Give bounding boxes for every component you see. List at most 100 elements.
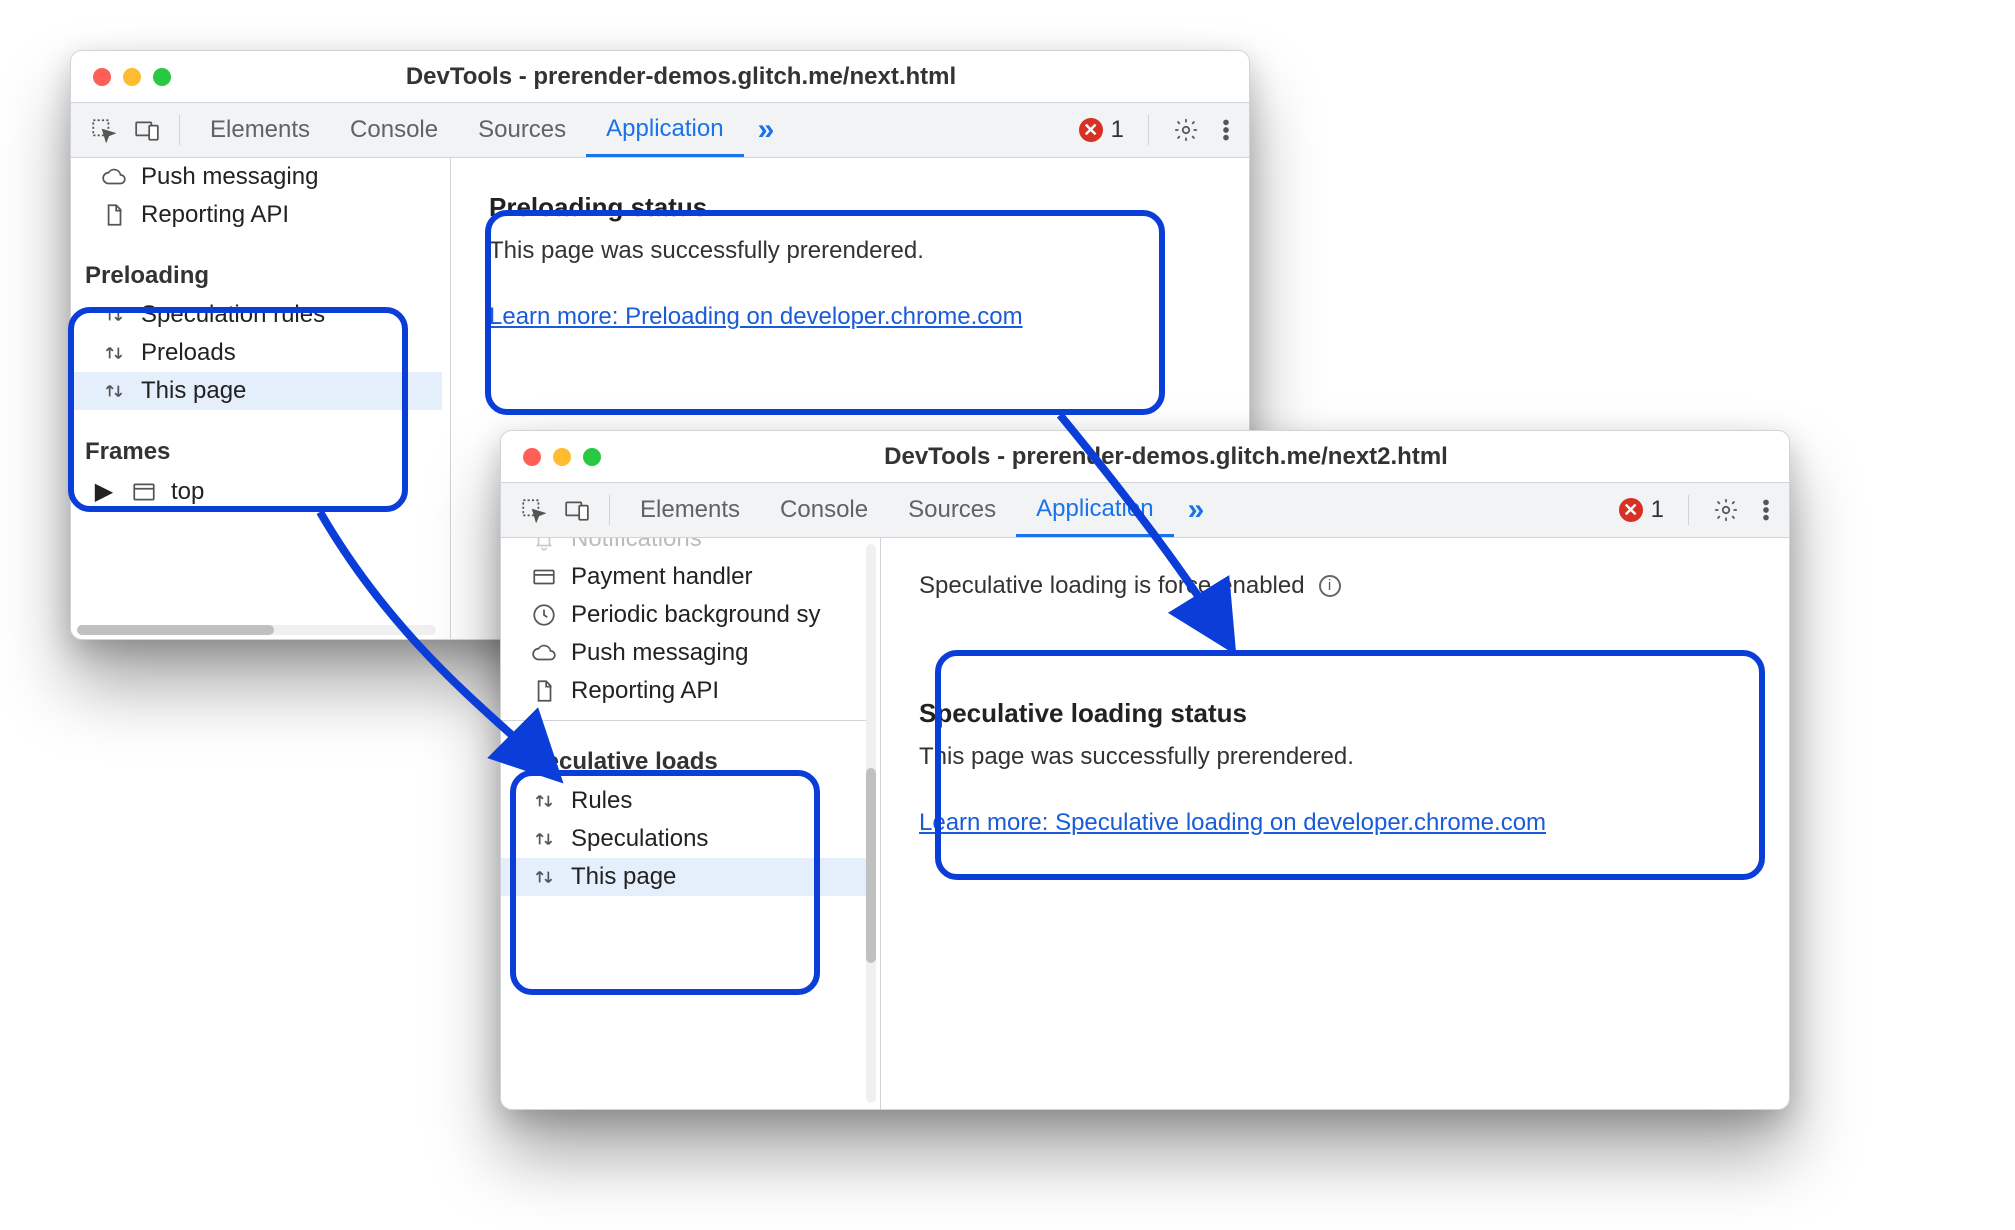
settings-gear-icon[interactable]	[1713, 497, 1739, 523]
sidebar-item-reporting-api[interactable]: Reporting API	[501, 672, 872, 710]
tab-elements[interactable]: Elements	[620, 483, 760, 537]
arrows-icon	[531, 826, 557, 852]
tab-elements[interactable]: Elements	[190, 103, 330, 157]
credit-card-icon	[531, 564, 557, 590]
document-icon	[101, 202, 127, 228]
arrows-icon	[101, 378, 127, 404]
error-icon: ✕	[1079, 118, 1103, 142]
clock-icon	[531, 602, 557, 628]
sidebar-item-notifications[interactable]: Notifications	[501, 538, 872, 558]
sidebar: Push messaging Reporting API Preloading …	[71, 158, 451, 639]
toolbar-separator	[1688, 495, 1689, 525]
window-title: DevTools - prerender-demos.glitch.me/nex…	[623, 443, 1789, 471]
error-indicator[interactable]: ✕ 1	[1619, 496, 1664, 524]
sidebar-item-label: Push messaging	[141, 163, 318, 191]
window-minimize-button[interactable]	[123, 68, 141, 86]
arrows-icon	[101, 340, 127, 366]
toolbar-separator	[1148, 115, 1149, 145]
sidebar-item-reporting-api[interactable]: Reporting API	[71, 196, 442, 234]
tab-sources[interactable]: Sources	[888, 483, 1016, 537]
horizontal-scrollbar[interactable]	[77, 625, 436, 635]
error-count: 1	[1651, 496, 1664, 524]
sidebar-item-speculations[interactable]: Speculations	[501, 820, 872, 858]
sidebar-item-label: Reporting API	[141, 201, 289, 229]
sidebar-item-label: Push messaging	[571, 639, 748, 667]
sidebar-item-label: top	[171, 478, 204, 506]
window-icon	[131, 479, 157, 505]
sidebar-item-label: This page	[141, 377, 246, 405]
tab-console[interactable]: Console	[760, 483, 888, 537]
inspect-icon[interactable]	[511, 497, 555, 523]
sidebar-item-label: This page	[571, 863, 676, 891]
sidebar-item-this-page[interactable]: This page	[501, 858, 872, 896]
sidebar-item-label: Speculation rules	[141, 301, 325, 329]
tab-console[interactable]: Console	[330, 103, 458, 157]
cloud-icon	[101, 164, 127, 190]
panel-body: This page was successfully prerendered.	[919, 739, 1751, 775]
sidebar-item-push-messaging[interactable]: Push messaging	[71, 158, 442, 196]
document-icon	[531, 678, 557, 704]
more-tabs-button[interactable]: »	[1174, 493, 1219, 527]
banner-text: Speculative loading is force-enabled	[919, 568, 1305, 604]
panel-body: This page was successfully prerendered.	[489, 233, 1211, 269]
panel-heading: Preloading status	[489, 188, 1211, 227]
main-panel: Speculative loading is force-enabled i S…	[881, 538, 1789, 1109]
settings-gear-icon[interactable]	[1173, 117, 1199, 143]
sidebar-item-label: Notifications	[571, 538, 702, 553]
kebab-menu-icon[interactable]	[1213, 117, 1239, 143]
inspect-icon[interactable]	[81, 117, 125, 143]
toolbar-separator	[179, 115, 180, 145]
bell-icon	[531, 538, 557, 552]
toolbar-separator	[609, 495, 610, 525]
sidebar: Notifications Payment handler Periodic b…	[501, 538, 881, 1109]
tab-application[interactable]: Application	[1016, 483, 1173, 537]
sidebar-item-label: Payment handler	[571, 563, 752, 591]
titlebar: DevTools - prerender-demos.glitch.me/nex…	[501, 431, 1789, 483]
info-banner: Speculative loading is force-enabled i	[919, 568, 1751, 604]
learn-more-link[interactable]: Learn more: Speculative loading on devel…	[919, 809, 1546, 836]
titlebar: DevTools - prerender-demos.glitch.me/nex…	[71, 51, 1249, 103]
devtools-toolbar: Elements Console Sources Application » ✕…	[71, 103, 1249, 158]
triangle-icon: ▶	[91, 477, 117, 506]
sidebar-section-preloading[interactable]: Preloading	[71, 252, 442, 296]
sidebar-item-rules[interactable]: Rules	[501, 782, 872, 820]
sidebar-item-label: Preloads	[141, 339, 236, 367]
sidebar-section-frames[interactable]: Frames	[71, 428, 442, 472]
arrows-icon	[531, 864, 557, 890]
window-title: DevTools - prerender-demos.glitch.me/nex…	[193, 63, 1249, 91]
sidebar-section-speculative-loads[interactable]: Speculative loads	[501, 738, 872, 782]
panel-heading: Speculative loading status	[919, 694, 1751, 733]
devtools-toolbar: Elements Console Sources Application » ✕…	[501, 483, 1789, 538]
tab-application[interactable]: Application	[586, 103, 743, 157]
window-minimize-button[interactable]	[553, 448, 571, 466]
arrows-icon	[531, 788, 557, 814]
kebab-menu-icon[interactable]	[1753, 497, 1779, 523]
vertical-scrollbar[interactable]	[866, 544, 876, 1103]
device-toolbar-icon[interactable]	[125, 117, 169, 143]
error-count: 1	[1111, 116, 1124, 144]
sidebar-item-payment-handler[interactable]: Payment handler	[501, 558, 872, 596]
sidebar-item-periodic-background-sync[interactable]: Periodic background sy	[501, 596, 872, 634]
sidebar-item-label: Rules	[571, 787, 632, 815]
sidebar-item-this-page[interactable]: This page	[71, 372, 442, 410]
window-close-button[interactable]	[93, 68, 111, 86]
tab-sources[interactable]: Sources	[458, 103, 586, 157]
sidebar-item-label: Speculations	[571, 825, 708, 853]
sidebar-item-speculation-rules[interactable]: Speculation rules	[71, 296, 442, 334]
cloud-icon	[531, 640, 557, 666]
sidebar-item-preloads[interactable]: Preloads	[71, 334, 442, 372]
sidebar-item-label: Periodic background sy	[571, 601, 820, 629]
sidebar-item-push-messaging[interactable]: Push messaging	[501, 634, 872, 672]
devtools-window-2: DevTools - prerender-demos.glitch.me/nex…	[500, 430, 1790, 1110]
sidebar-item-frame-top[interactable]: ▶ top	[71, 472, 442, 511]
sidebar-item-label: Reporting API	[571, 677, 719, 705]
window-zoom-button[interactable]	[583, 448, 601, 466]
error-indicator[interactable]: ✕ 1	[1079, 116, 1124, 144]
window-zoom-button[interactable]	[153, 68, 171, 86]
window-close-button[interactable]	[523, 448, 541, 466]
learn-more-link[interactable]: Learn more: Preloading on developer.chro…	[489, 303, 1023, 330]
arrows-icon	[101, 302, 127, 328]
info-icon[interactable]: i	[1319, 575, 1341, 597]
device-toolbar-icon[interactable]	[555, 497, 599, 523]
more-tabs-button[interactable]: »	[744, 113, 789, 147]
